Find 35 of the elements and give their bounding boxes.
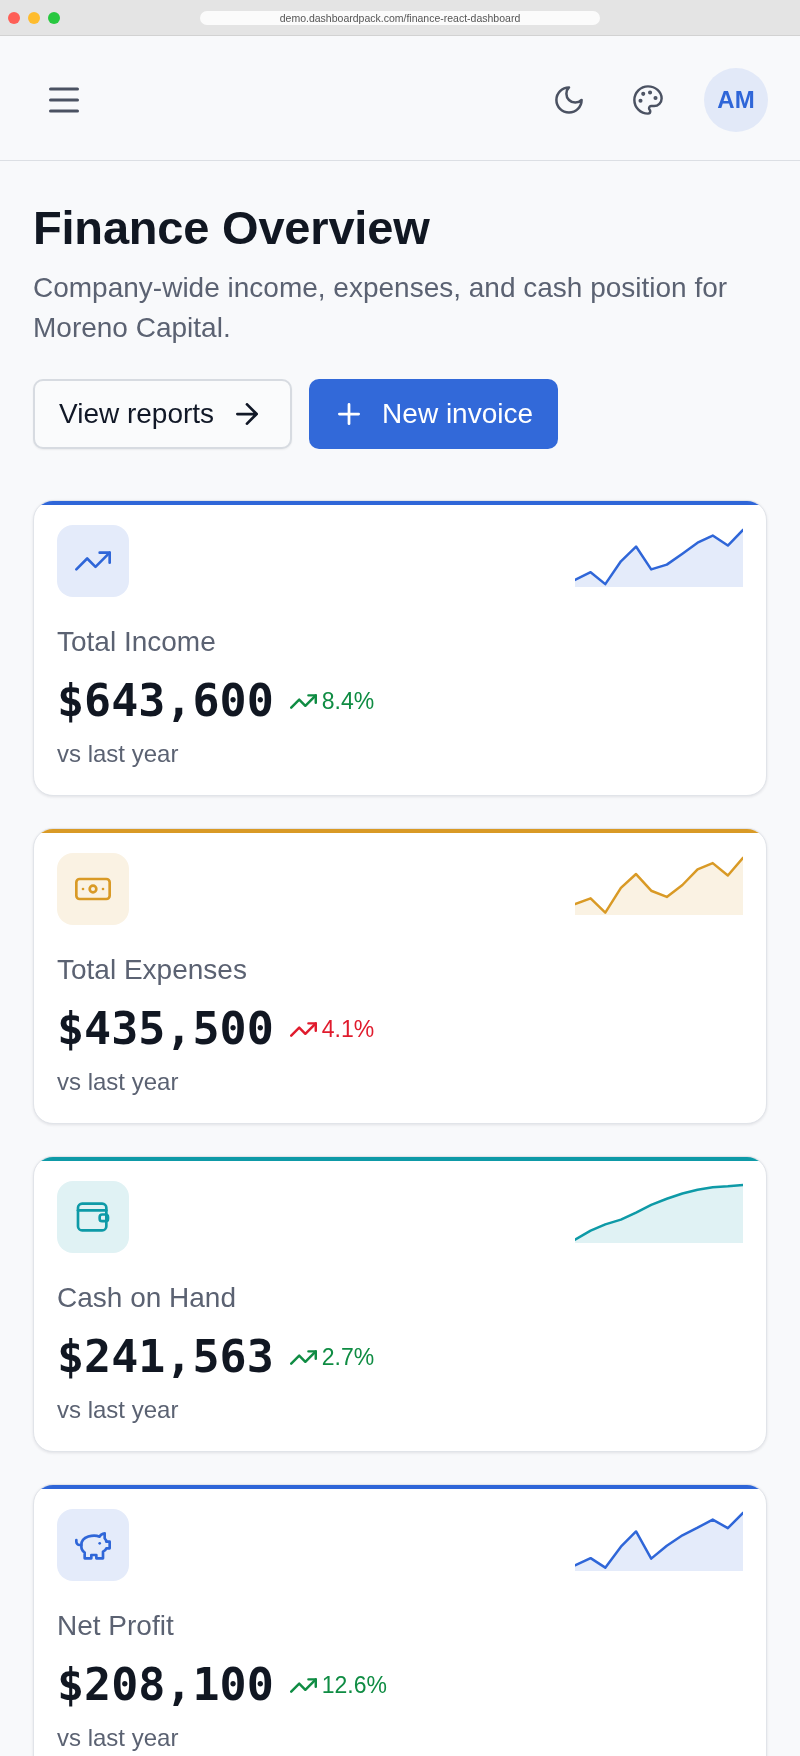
plus-icon bbox=[338, 403, 361, 425]
comparison-note: vs last year bbox=[57, 740, 180, 768]
change-value: 8.4% bbox=[321, 687, 375, 715]
page-subtitle: Company-wide income, expenses, and cash position for Moreno Capital. bbox=[33, 271, 729, 345]
metric-value: $643,600 bbox=[57, 674, 274, 728]
banknote-icon bbox=[57, 853, 129, 925]
arrow-right-icon bbox=[236, 403, 259, 425]
metric-label: Cash on Hand bbox=[57, 1281, 237, 1315]
trending-up-icon bbox=[289, 1677, 317, 1693]
trending-up-icon bbox=[289, 693, 317, 709]
change-value: 4.1% bbox=[321, 1015, 375, 1043]
change-value: 2.7% bbox=[321, 1343, 375, 1371]
moon-icon[interactable] bbox=[555, 85, 583, 114]
metric-label: Total Expenses bbox=[57, 953, 248, 987]
change-value: 12.6% bbox=[321, 1671, 387, 1699]
avatar[interactable]: AM bbox=[704, 67, 768, 132]
trending-up-icon bbox=[289, 1349, 317, 1365]
action-button[interactable]: View reports bbox=[33, 379, 293, 449]
metric-value: $241,563 bbox=[57, 1330, 274, 1384]
comparison-note: vs last year bbox=[57, 1068, 180, 1096]
page-title: Finance Overview bbox=[33, 200, 431, 256]
action-button[interactable]: New invoice bbox=[309, 379, 559, 449]
trending-up-icon bbox=[289, 1021, 317, 1037]
trending-up-icon bbox=[57, 525, 129, 597]
metric-value: $435,500 bbox=[57, 1002, 274, 1056]
piggy-bank-icon bbox=[57, 1509, 129, 1581]
comparison-note: vs last year bbox=[57, 1724, 180, 1752]
metric-label: Net Profit bbox=[57, 1609, 175, 1643]
metric-value: $208,100 bbox=[57, 1658, 274, 1712]
menu-icon[interactable] bbox=[49, 86, 79, 113]
metric-label: Total Income bbox=[57, 625, 217, 659]
palette-icon[interactable] bbox=[633, 84, 663, 115]
comparison-note: vs last year bbox=[57, 1396, 180, 1424]
address-bar[interactable]: demo.dashboardpack.com/finance-react-dashboard bbox=[200, 10, 600, 25]
wallet-icon bbox=[57, 1181, 129, 1253]
